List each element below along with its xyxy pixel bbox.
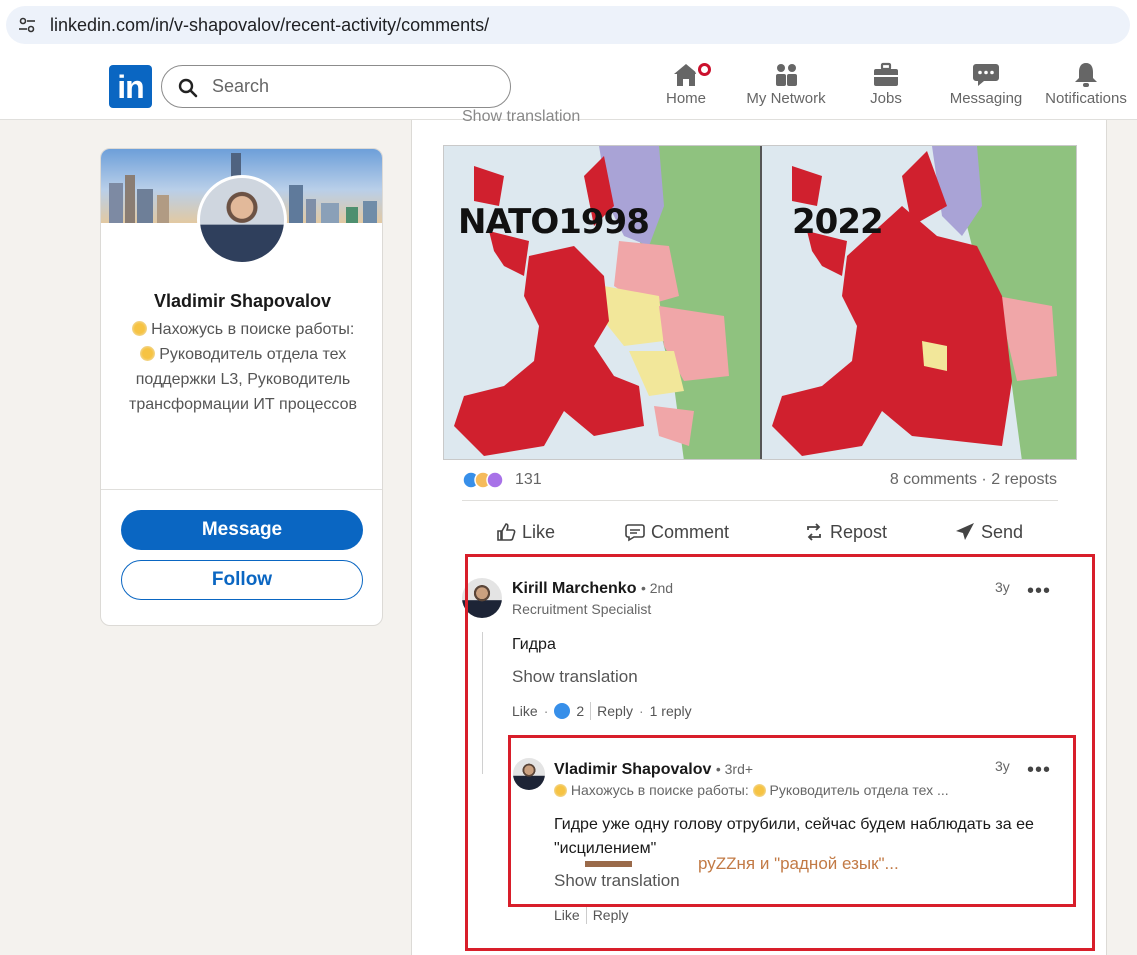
briefcase-icon	[874, 62, 898, 86]
search-icon	[178, 78, 198, 98]
comments-reposts-count[interactable]: 8 comments · 2 reposts	[890, 471, 1057, 489]
sun-emoji-icon	[139, 346, 155, 361]
map-nato-1998: NATO1998	[444, 146, 760, 459]
profile-headline: Нахожусь в поиске работы: Руководитель о…	[129, 317, 357, 417]
nav-messaging-label: Messaging	[949, 90, 1023, 107]
nav-messaging[interactable]: Messaging	[946, 60, 1026, 116]
chat-icon	[973, 64, 999, 86]
post-show-translation[interactable]: Show translation	[462, 108, 580, 126]
profile-headline-part2: Руководитель отдела тех поддержки L3, Ру…	[129, 346, 357, 413]
send-button[interactable]: Send	[955, 520, 1023, 544]
comment-label: Comment	[651, 521, 730, 542]
profile-card: Vladimir Shapovalov Нахожусь в поиске ра…	[100, 148, 383, 626]
send-label: Send	[981, 521, 1024, 542]
social-counts: 131 8 comments · 2 reposts	[443, 468, 1077, 492]
nav-home[interactable]: Home	[658, 60, 714, 116]
search-input[interactable]	[212, 76, 492, 97]
map-right-title: 2022	[792, 202, 884, 242]
browser-address-bar: linkedin.com/in/v-shapovalov/recent-acti…	[0, 0, 1137, 52]
bell-icon	[1075, 63, 1097, 87]
notification-badge	[695, 60, 714, 79]
card-divider	[101, 489, 382, 490]
send-icon	[956, 523, 974, 540]
url-bar[interactable]: linkedin.com/in/v-shapovalov/recent-acti…	[6, 6, 1130, 44]
profile-avatar[interactable]	[197, 175, 287, 265]
follow-button[interactable]: Follow	[121, 560, 363, 600]
nav-notifications[interactable]: Notifications	[1042, 60, 1130, 116]
sun-emoji-icon	[131, 321, 147, 336]
thumbs-up-icon	[497, 523, 516, 541]
url-text[interactable]: linkedin.com/in/v-shapovalov/recent-acti…	[50, 15, 489, 36]
reaction-count[interactable]: 131	[515, 471, 542, 489]
nav-notifications-label: Notifications	[1045, 90, 1127, 107]
like-label: Like	[522, 521, 556, 542]
nav-jobs-label: Jobs	[870, 90, 902, 107]
message-button[interactable]: Message	[121, 510, 363, 550]
post-image[interactable]: NATO1998 2022	[443, 145, 1077, 460]
profile-name[interactable]: Vladimir Shapovalov	[101, 291, 382, 312]
nav-my-network[interactable]: My Network	[742, 60, 830, 116]
linkedin-logo[interactable]: in	[109, 65, 152, 108]
nav-my-network-label: My Network	[746, 90, 826, 107]
reaction-icons[interactable]	[463, 470, 503, 490]
like-button[interactable]: Like	[496, 520, 555, 544]
nav-home-label: Home	[665, 90, 706, 107]
comment-button[interactable]: Comment	[625, 520, 729, 544]
highlight-box-inner	[508, 735, 1076, 907]
map-left-title: NATO1998	[458, 202, 650, 242]
actions-divider	[462, 500, 1058, 501]
people-icon	[776, 64, 797, 86]
map-1998-graphic	[444, 146, 760, 459]
map-nato-2022: 2022	[762, 146, 1076, 459]
comment-icon	[625, 524, 645, 542]
site-settings-icon[interactable]	[18, 17, 36, 33]
nav-jobs[interactable]: Jobs	[862, 60, 910, 116]
search-box[interactable]	[161, 65, 511, 108]
profile-headline-part1: Нахожусь в поиске работы:	[151, 321, 355, 338]
activity-feed: Show translation NATO1998 2022 131 8 com…	[411, 108, 1107, 955]
repost-label: Repost	[830, 521, 888, 542]
repost-button[interactable]: Repost	[804, 520, 887, 544]
map-2022-graphic	[762, 146, 1076, 459]
repost-icon	[807, 523, 821, 541]
